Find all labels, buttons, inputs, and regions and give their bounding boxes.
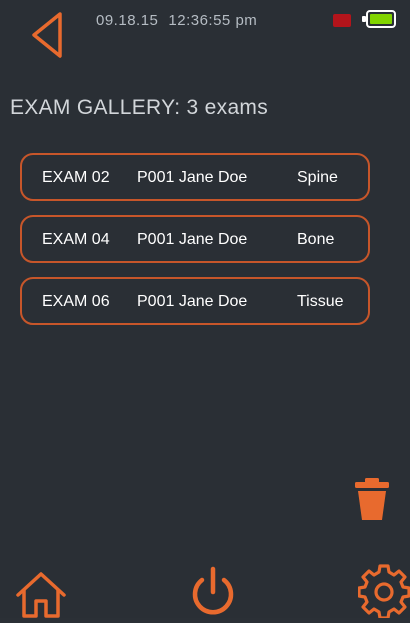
power-icon (192, 566, 234, 615)
date-text: 09.18.15 (96, 12, 159, 29)
left-triangle-icon (32, 12, 62, 58)
exam-patient: P001 Jane Doe (137, 293, 248, 310)
exam-id: EXAM 06 (42, 293, 110, 310)
trash-icon (355, 478, 389, 520)
delete-button[interactable] (352, 476, 392, 522)
power-button[interactable] (187, 564, 239, 618)
date-time-display: 09.18.15 12:36:55 pm (96, 12, 267, 29)
home-icon (16, 572, 66, 618)
exam-type: Bone (297, 231, 335, 248)
time-text: 12:36:55 pm (168, 12, 258, 29)
home-button[interactable] (12, 568, 70, 618)
page-title: EXAM GALLERY: 3 exams (10, 96, 269, 119)
battery-fill (370, 14, 392, 24)
exam-id: EXAM 02 (42, 169, 110, 186)
back-button[interactable] (28, 10, 68, 60)
exam-patient: P001 Jane Doe (137, 231, 248, 248)
exam-list-item[interactable]: EXAM 04 P001 Jane Doe Bone (20, 215, 370, 263)
record-indicator (333, 14, 351, 27)
battery-indicator (362, 10, 396, 28)
status-bar: 09.18.15 12:36:55 pm (0, 0, 410, 64)
exam-id: EXAM 04 (42, 231, 110, 248)
gear-icon (357, 564, 410, 620)
exam-type: Spine (297, 169, 338, 186)
exam-list-item[interactable]: EXAM 02 P001 Jane Doe Spine (20, 153, 370, 201)
exam-patient: P001 Jane Doe (137, 169, 248, 186)
exam-type: Tissue (297, 293, 344, 310)
exam-list: EXAM 02 P001 Jane Doe Spine EXAM 04 P001… (20, 153, 370, 339)
exam-gallery-screen: 09.18.15 12:36:55 pm EXAM GALLERY: 3 exam… (0, 0, 410, 620)
settings-button[interactable] (357, 564, 410, 620)
exam-list-item[interactable]: EXAM 06 P001 Jane Doe Tissue (20, 277, 370, 325)
